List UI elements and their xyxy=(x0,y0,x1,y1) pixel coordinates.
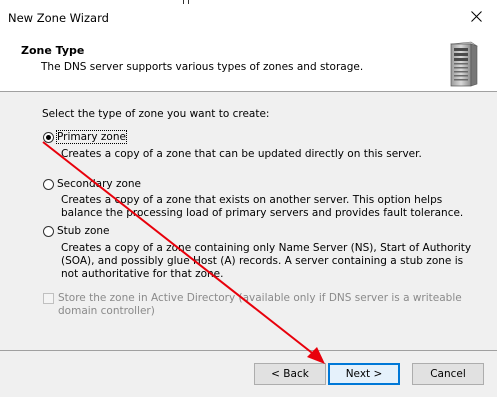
primary-zone-label[interactable]: Primary zone xyxy=(56,130,127,144)
zone-type-prompt: Select the type of zone you want to crea… xyxy=(42,108,270,120)
close-button[interactable] xyxy=(457,0,497,34)
page-subtitle: The DNS server supports various types of… xyxy=(41,61,364,73)
page-title: Zone Type xyxy=(21,44,85,57)
close-icon xyxy=(471,11,482,22)
stub-zone-option[interactable]: Stub zone xyxy=(43,224,110,238)
window-title: New Zone Wizard xyxy=(8,11,109,25)
stub-zone-description: Creates a copy of a zone containing only… xyxy=(61,242,472,280)
secondary-zone-label[interactable]: Secondary zone xyxy=(57,178,141,190)
secondary-zone-option[interactable]: Secondary zone xyxy=(43,177,141,191)
primary-zone-option[interactable]: Primary zone xyxy=(43,130,127,144)
wizard-content: Select the type of zone you want to crea… xyxy=(0,92,497,350)
primary-zone-radio[interactable] xyxy=(43,131,54,143)
primary-zone-description: Creates a copy of a zone that can be upd… xyxy=(61,148,422,160)
store-in-ad-option: Store the zone in Active Directory (avai… xyxy=(43,292,478,318)
stub-zone-label[interactable]: Stub zone xyxy=(57,225,110,237)
cancel-button[interactable]: Cancel xyxy=(412,363,484,385)
wizard-header: Zone Type The DNS server supports variou… xyxy=(0,34,497,92)
back-button[interactable]: < Back xyxy=(254,363,326,385)
server-icon xyxy=(450,41,478,87)
wizard-footer: < Back Next > Cancel xyxy=(0,350,497,397)
window-edge-artifact xyxy=(183,0,189,4)
next-button[interactable]: Next > xyxy=(328,363,400,385)
stub-zone-radio[interactable] xyxy=(43,225,54,237)
secondary-zone-description: Creates a copy of a zone that exists on … xyxy=(61,194,464,219)
store-in-ad-checkbox xyxy=(43,293,54,304)
secondary-zone-radio[interactable] xyxy=(43,178,54,190)
store-in-ad-label: Store the zone in Active Directory (avai… xyxy=(58,292,462,317)
title-bar: New Zone Wizard xyxy=(0,0,497,34)
